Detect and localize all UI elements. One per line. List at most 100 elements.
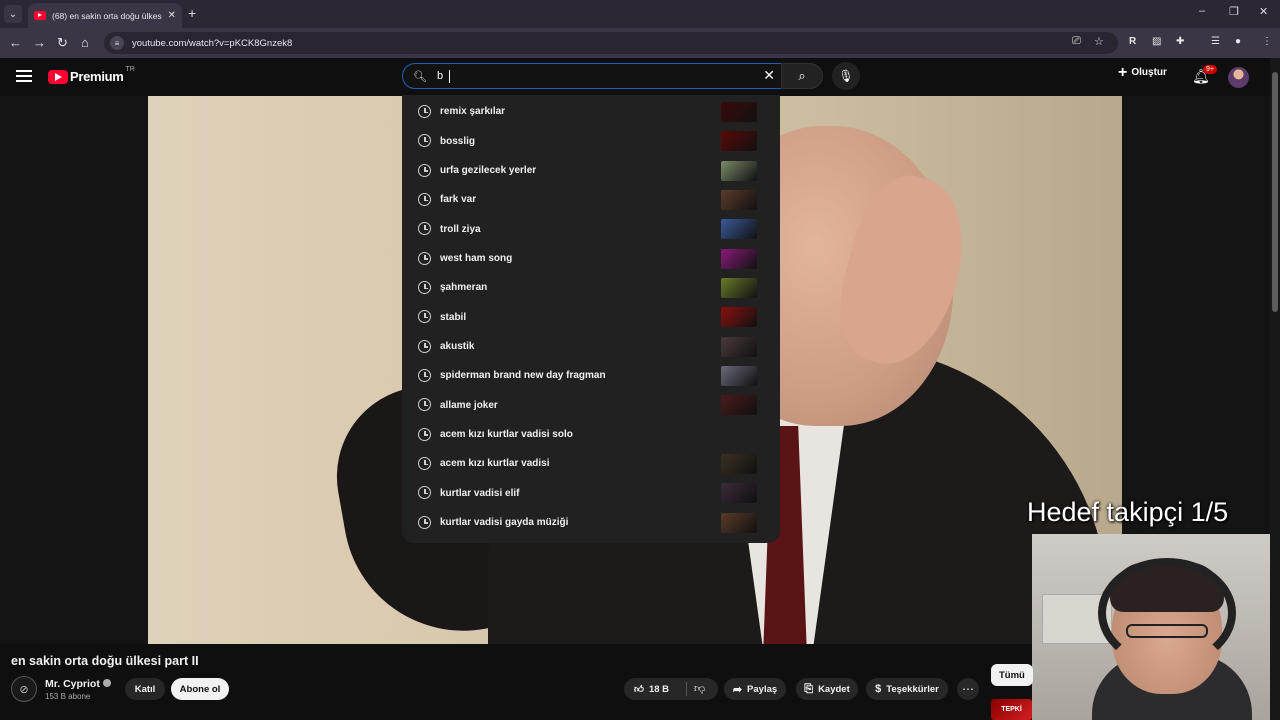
related-video-thumbnail[interactable]: TEPKİ — [991, 699, 1032, 720]
suggestion-thumbnail — [721, 131, 757, 152]
site-info-icon[interactable]: ≡ — [110, 36, 124, 50]
like-count: 18 B — [648, 683, 670, 695]
history-clock-icon — [418, 281, 431, 295]
webcam-glasses — [1126, 624, 1208, 638]
browser-tab-active[interactable]: (68) en sakin orta doğu ülkesi p ✕ — [28, 3, 182, 28]
suggestion-item[interactable]: kurtlar vadisi gayda müziği — [402, 508, 780, 537]
scrollbar-thumb[interactable] — [1272, 72, 1278, 312]
suggestion-label: troll ziya — [440, 223, 481, 235]
history-clock-icon — [418, 251, 431, 265]
restore-icon[interactable]: ❐ — [1229, 5, 1239, 18]
subscribe-button[interactable]: Abone ol — [171, 678, 229, 700]
more-actions-icon[interactable]: ⋯ — [957, 678, 979, 700]
page-scrollbar[interactable] — [1270, 58, 1280, 720]
history-clock-icon — [418, 369, 431, 383]
voice-search-mic-icon[interactable]: 🎙︎ — [832, 62, 860, 90]
home-icon[interactable]: ⌂ — [81, 35, 89, 50]
search-input[interactable]: 🔍︎ b ✕ — [402, 63, 782, 89]
suggestion-item[interactable]: acem kızı kurtlar vadisi solo — [402, 420, 780, 449]
suggestion-item[interactable]: kurtlar vadisi elif — [402, 478, 780, 507]
extension-r-icon[interactable]: R — [1129, 36, 1136, 47]
player-letterbox-left — [0, 96, 148, 644]
account-avatar[interactable] — [1228, 67, 1249, 88]
suggestion-label: şahmeran — [440, 282, 488, 294]
suggestion-label: stabil — [440, 311, 467, 323]
suggestion-item[interactable]: bosslig — [402, 126, 780, 155]
suggestion-item[interactable]: troll ziya — [402, 214, 780, 243]
suggestion-thumbnail — [721, 248, 757, 269]
new-tab-button[interactable]: + — [188, 5, 196, 21]
address-url: youtube.com/watch?v=pKCK8Gnzek8 — [132, 37, 293, 49]
chip-all[interactable]: Tümü — [991, 664, 1033, 686]
suggestion-label: acem kızı kurtlar vadisi solo — [440, 428, 573, 440]
suggestion-label: remix şarkılar — [440, 106, 506, 118]
suggestion-item[interactable]: acem kızı kurtlar vadisi — [402, 449, 780, 478]
suggestion-thumbnail — [721, 307, 757, 328]
history-clock-icon — [418, 105, 431, 118]
tab-close-icon[interactable]: ✕ — [168, 10, 176, 21]
join-button[interactable]: Katıl — [125, 678, 165, 700]
share-label: Paylaş — [747, 683, 778, 695]
bookmark-icon: ⎘ — [804, 682, 814, 695]
suggestion-label: kurtlar vadisi elif — [440, 487, 520, 499]
suggestion-item[interactable]: west ham song — [402, 244, 780, 273]
thumbs-up-icon: 👍︎ — [634, 684, 644, 695]
thanks-button[interactable]: $ Teşekkürler — [866, 678, 948, 700]
suggestion-item[interactable]: akustik — [402, 332, 780, 361]
search-query-text: b — [436, 70, 444, 82]
profile-icon[interactable]: ● — [1235, 36, 1241, 47]
text-cursor — [449, 69, 451, 83]
suggestion-item[interactable]: allame joker — [402, 390, 780, 419]
suggestion-thumbnail — [721, 160, 757, 181]
clear-search-icon[interactable]: ✕ — [763, 67, 775, 84]
plus-icon: + — [1118, 63, 1128, 81]
share-button[interactable]: ➦ Paylaş — [724, 678, 786, 700]
related-thumb-text: TEPKİ — [1001, 706, 1022, 713]
install-app-icon[interactable]: ⎚ — [1072, 35, 1081, 48]
minimize-icon[interactable]: – — [1199, 5, 1205, 17]
browser-menu-icon[interactable]: ⋮ — [1262, 36, 1272, 47]
forward-icon[interactable]: → — [33, 35, 46, 50]
suggestion-thumbnail — [721, 278, 757, 299]
youtube-favicon-icon — [34, 11, 46, 20]
youtube-premium-logo[interactable]: Premium TR — [48, 66, 135, 84]
suggestion-thumbnail — [721, 512, 757, 533]
suggestion-item[interactable]: fark var — [402, 185, 780, 214]
follower-goal-overlay: Hedef takipçi 1/5 — [1027, 497, 1229, 527]
suggestion-item[interactable]: stabil — [402, 302, 780, 331]
history-clock-icon — [418, 486, 431, 500]
suggestion-label: bosslig — [440, 135, 476, 147]
logo-country-code: TR — [125, 66, 135, 73]
browser-tab-bar: ⌄ (68) en sakin orta doğu ülkesi p ✕ + –… — [0, 0, 1280, 28]
suggestion-item[interactable]: urfa gezilecek yerler — [402, 156, 780, 185]
bookmark-star-icon[interactable]: ☆ — [1094, 35, 1104, 48]
reload-icon[interactable]: ↻ — [57, 35, 68, 51]
guide-menu-icon[interactable] — [16, 70, 32, 82]
window-close-icon[interactable]: ✕ — [1259, 5, 1268, 18]
create-button[interactable]: + Oluştur — [1118, 63, 1167, 81]
channel-name-text[interactable]: Mr. Cypriot — [45, 678, 100, 690]
thanks-label: Teşekkürler — [886, 683, 939, 695]
youtube-play-icon — [48, 69, 68, 84]
suggestion-thumbnail — [721, 483, 757, 504]
history-clock-icon — [418, 163, 431, 177]
suggestion-thumbnail — [721, 395, 757, 416]
create-label: Oluştur — [1131, 67, 1167, 78]
save-button[interactable]: ⎘ Kaydet — [796, 678, 858, 700]
suggestion-item[interactable]: şahmeran — [402, 273, 780, 302]
join-label: Katıl — [134, 683, 156, 695]
search-button[interactable]: ⌕ — [781, 63, 823, 89]
extensions-puzzle-icon[interactable]: ✚ — [1176, 36, 1184, 47]
suggestion-item[interactable]: spiderman brand new day fragman — [402, 361, 780, 390]
reading-list-icon[interactable]: ☰ — [1211, 36, 1220, 47]
address-bar[interactable]: ≡ youtube.com/watch?v=pKCK8Gnzek8 — [104, 32, 1118, 54]
dislike-thumbs-down-icon[interactable]: 👎︎ — [694, 682, 705, 695]
suggestion-item[interactable]: remix şarkılar — [402, 97, 780, 126]
tab-search-chevron-icon[interactable]: ⌄ — [4, 5, 22, 23]
like-button[interactable]: 👍︎ 18 B — [634, 683, 670, 696]
extension-image-icon[interactable]: ▨ — [1152, 36, 1161, 47]
channel-name[interactable]: Mr. Cypriot — [45, 678, 111, 690]
channel-avatar[interactable]: ⊘ — [11, 676, 37, 702]
back-icon[interactable]: ← — [9, 35, 22, 50]
tab-title: (68) en sakin orta doğu ülkesi p — [52, 10, 162, 21]
